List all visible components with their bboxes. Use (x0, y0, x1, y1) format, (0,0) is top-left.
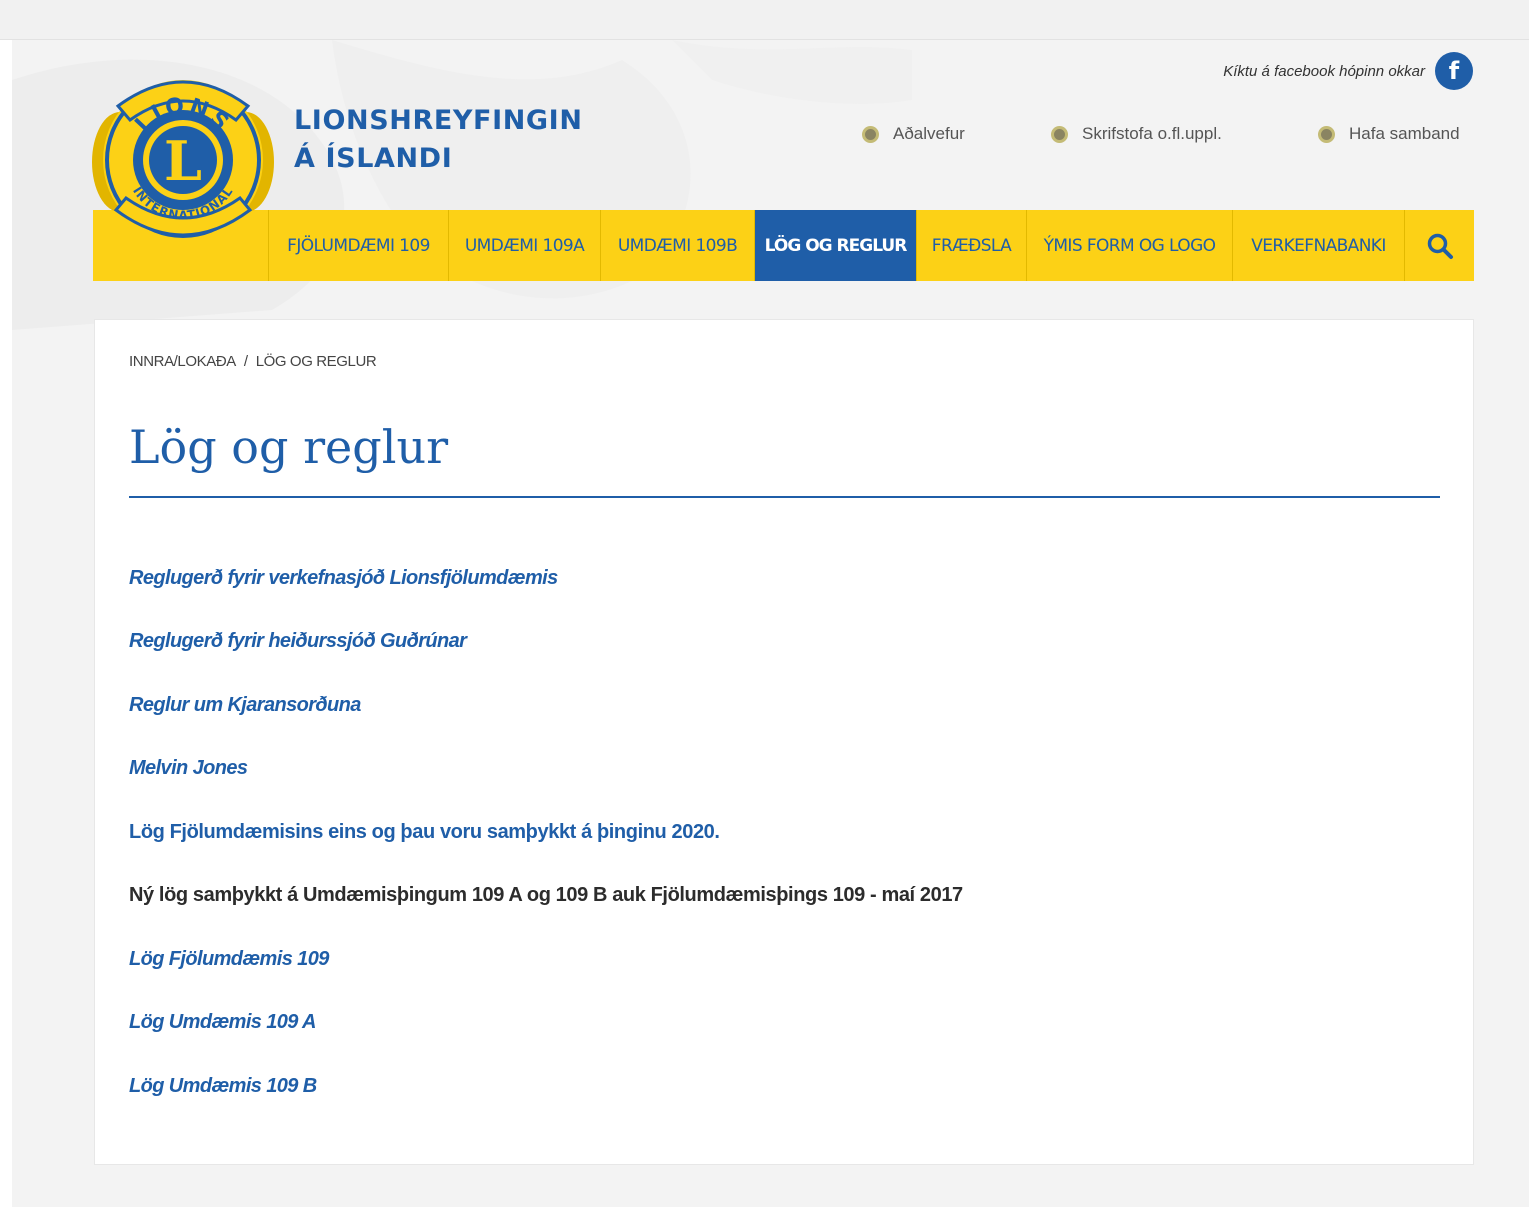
breadcrumb-separator: / (243, 353, 248, 370)
search-icon (1427, 233, 1453, 259)
doc-link-log-umdaemis-109b[interactable]: Lög Umdæmis 109 B (129, 1072, 317, 1100)
browser-top-bar (0, 0, 1529, 40)
nav-item-fraedsla[interactable]: FRÆÐSLA (916, 210, 1026, 281)
doc-link-verkefnasjodur[interactable]: Reglugerð fyrir verkefnasjóð Lionsfjölum… (129, 564, 558, 592)
top-link-hafa-samband[interactable]: Hafa samband (1318, 124, 1460, 144)
top-link-label: Skrifstofa o.fl.uppl. (1082, 124, 1222, 143)
doc-link-heidurssjodur[interactable]: Reglugerð fyrir heiðurssjóð Guðrúnar (129, 627, 467, 655)
nav-item-umdaemi-109a[interactable]: UMDÆMI 109A (448, 210, 600, 281)
breadcrumb-parent[interactable]: INNRA/LOKAÐA (129, 353, 236, 370)
top-link-label: Hafa samband (1349, 124, 1460, 143)
nav-item-log-og-reglur[interactable]: LÖG OG REGLUR (754, 210, 916, 281)
facebook-promo[interactable]: Kíktu á facebook hópinn okkar f (1223, 52, 1473, 90)
facebook-icon[interactable]: f (1435, 52, 1473, 90)
doc-link-log-2020[interactable]: Lög Fjölumdæmisins eins og þau voru samþ… (129, 818, 720, 846)
top-link-label: Aðalvefur (893, 124, 965, 143)
nav-item-verkefnabanki[interactable]: VERKEFNABANKI (1232, 210, 1404, 281)
doc-link-kjaransordan[interactable]: Reglur um Kjaransorðuna (129, 691, 361, 719)
title-divider (129, 496, 1440, 498)
lions-logo[interactable]: L LIONS INTERNATIONAL (90, 70, 276, 250)
doc-link-log-fjolumdaemis-109[interactable]: Lög Fjölumdæmis 109 (129, 945, 329, 973)
breadcrumb: INNRA/LOKAÐA / LÖG OG REGLUR (129, 353, 377, 370)
doc-heading-ny-log-2017: Ný lög samþykkt á Umdæmisþingum 109 A og… (129, 884, 963, 906)
main-navigation: FJÖLUMDÆMI 109 UMDÆMI 109A UMDÆMI 109B L… (93, 210, 1474, 281)
doc-link-melvin-jones[interactable]: Melvin Jones (129, 754, 248, 782)
top-link-skrifstofa[interactable]: Skrifstofa o.fl.uppl. (1051, 124, 1222, 144)
breadcrumb-current: LÖG OG REGLUR (255, 353, 377, 370)
lions-bullet-icon (862, 125, 879, 143)
doc-link-log-umdaemis-109a[interactable]: Lög Umdæmis 109 A (129, 1008, 316, 1036)
nav-item-fjolumdaemi-109[interactable]: FJÖLUMDÆMI 109 (268, 210, 448, 281)
facebook-text[interactable]: Kíktu á facebook hópinn okkar (1223, 63, 1425, 80)
search-button[interactable] (1404, 210, 1474, 281)
top-link-adalvefur[interactable]: Aðalvefur (862, 124, 965, 144)
lions-bullet-icon (1318, 125, 1335, 143)
site-header: Kíktu á facebook hópinn okkar f LIONSHRE… (12, 40, 1529, 330)
nav-item-umdaemi-109b[interactable]: UMDÆMI 109B (600, 210, 754, 281)
page-background: Kíktu á facebook hópinn okkar f LIONSHRE… (12, 40, 1529, 1207)
logo-letter: L (164, 129, 202, 193)
content-card: INNRA/LOKAÐA / LÖG OG REGLUR Lög og reglur… (94, 319, 1474, 1165)
lions-bullet-icon (1051, 125, 1068, 143)
nav-item-ymis-form-og-logo[interactable]: ÝMIS FORM OG LOGO (1026, 210, 1232, 281)
page-title: Lög og reglur (129, 420, 449, 474)
